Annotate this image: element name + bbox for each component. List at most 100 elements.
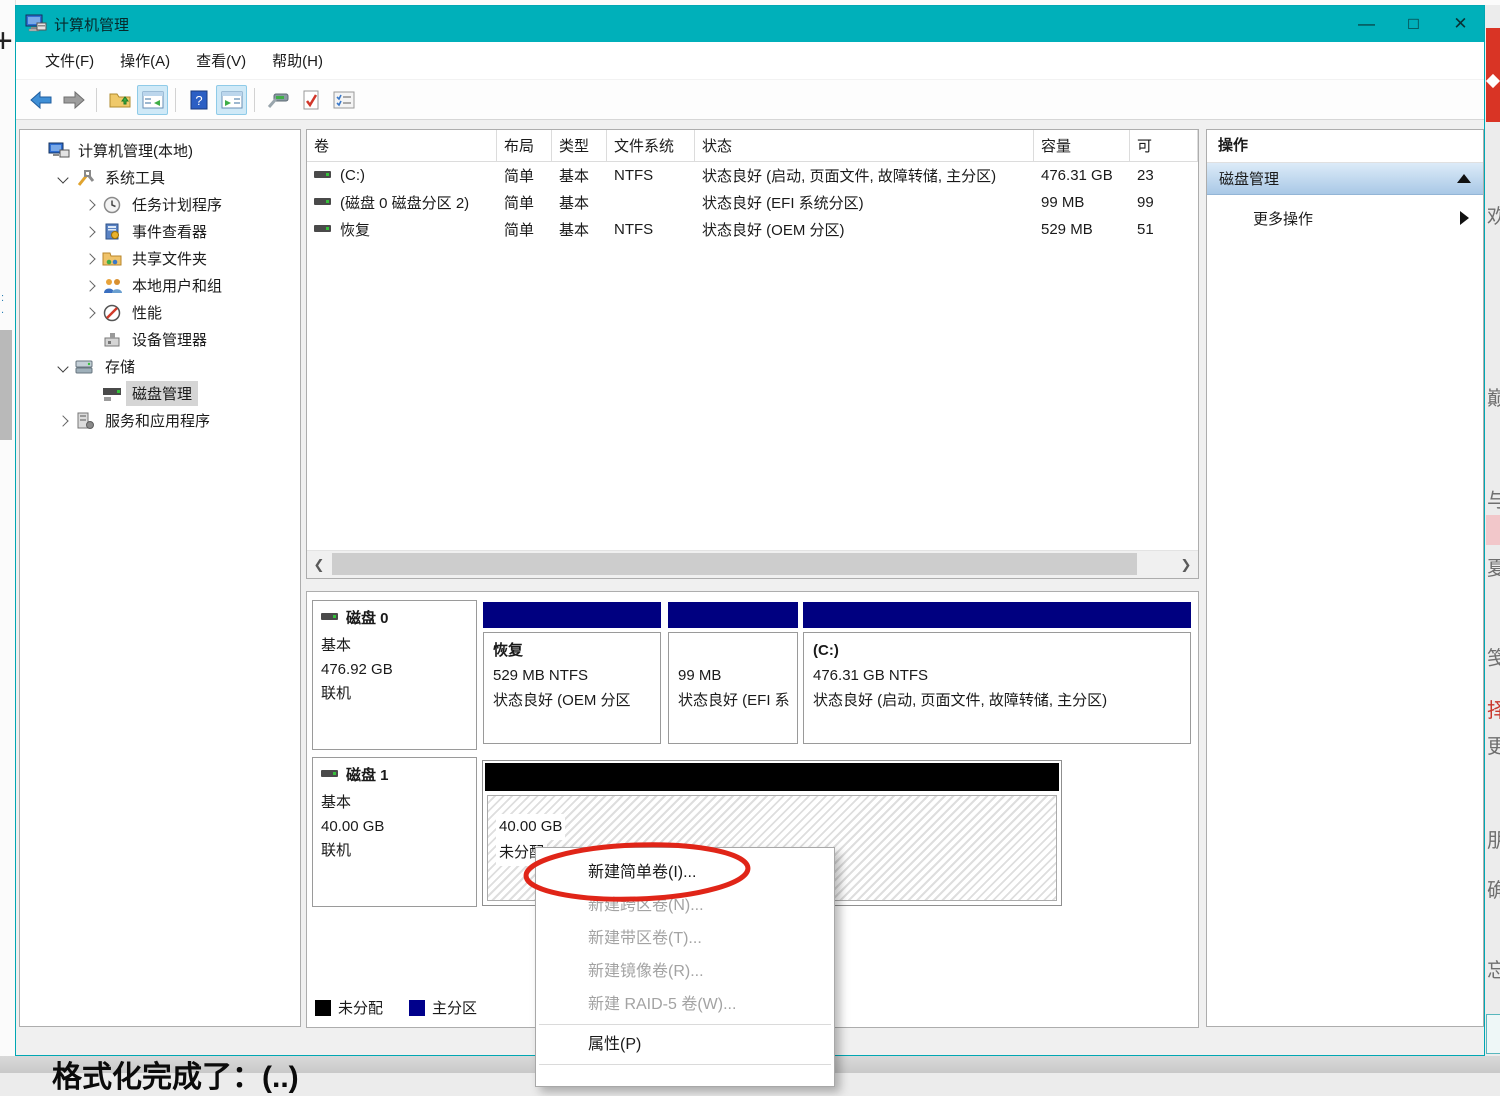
forward-icon[interactable]	[58, 85, 89, 115]
tree-item-事件查看器[interactable]: 事件查看器	[20, 218, 300, 245]
disk-icon	[321, 609, 341, 626]
partition-恢复[interactable]: 恢复529 MB NTFS状态良好 (OEM 分区	[483, 632, 661, 744]
partition-(C:)[interactable]: (C:)476.31 GB NTFS状态良好 (启动, 页面文件, 故障转储, …	[803, 632, 1191, 744]
horizontal-scrollbar[interactable]: ❮ ❯	[307, 550, 1198, 578]
expander-collapse-icon[interactable]	[51, 174, 75, 182]
tree-item-计算机管理(本地)[interactable]: 计算机管理(本地)	[20, 137, 300, 164]
tree-item-磁盘管理[interactable]: 磁盘管理	[20, 380, 300, 407]
checklist-icon[interactable]	[328, 85, 359, 115]
help-icon[interactable]: ?	[183, 85, 214, 115]
volume-name: (磁盘 0 磁盘分区 2)	[340, 192, 469, 213]
background-fragment: 朋	[1487, 824, 1500, 853]
tools-icon	[75, 169, 97, 187]
maximize-button[interactable]: □	[1390, 6, 1437, 42]
column-header-4[interactable]: 状态	[695, 130, 1034, 161]
chevron-right-icon	[84, 253, 95, 264]
svg-text:?: ?	[195, 93, 202, 108]
partition-title: (C:)	[813, 638, 1181, 663]
expander-expand-icon[interactable]	[78, 309, 102, 317]
expander-expand-icon[interactable]	[78, 255, 102, 263]
background-plus-glyph: +	[0, 22, 13, 61]
chevron-right-icon	[84, 226, 95, 237]
disk-icon	[321, 766, 341, 783]
volume-layout-cell: 简单	[497, 192, 552, 213]
tree-label: 本地用户和组	[126, 273, 228, 298]
toolbar-separator	[175, 88, 176, 112]
volume-row-恢复[interactable]: 恢复简单基本NTFS状态良好 (OEM 分区)529 MB51	[307, 216, 1198, 243]
tree-item-设备管理器[interactable]: 设备管理器	[20, 326, 300, 353]
partition-size: 529 MB NTFS	[493, 663, 651, 688]
background-left-dots: :.	[1, 292, 5, 316]
menu-file[interactable]: 文件(F)	[32, 44, 107, 77]
close-button[interactable]: ✕	[1437, 6, 1484, 42]
menu-item-新建带区卷(T)...[interactable]: 新建带区卷(T)...	[536, 922, 834, 955]
volume-type-cell: 基本	[552, 165, 607, 186]
more-actions-item[interactable]: 更多操作	[1207, 195, 1483, 241]
expander-expand-icon[interactable]	[78, 201, 102, 209]
volume-capacity-cell: 476.31 GB	[1034, 167, 1130, 184]
up-folder-icon[interactable]	[104, 85, 135, 115]
legend-swatch	[315, 1000, 331, 1016]
check-document-icon[interactable]	[295, 85, 326, 115]
menu-item-属性(P)[interactable]: 属性(P)	[536, 1028, 834, 1061]
background-pink-strip	[1486, 515, 1500, 545]
column-header-5[interactable]: 容量	[1034, 130, 1130, 161]
volume-row-(C:)[interactable]: (C:)简单基本NTFS状态良好 (启动, 页面文件, 故障转储, 主分区)47…	[307, 162, 1198, 189]
partition-99 MB[interactable]: 99 MB状态良好 (EFI 系	[668, 632, 798, 744]
scrollbar-thumb[interactable]	[332, 553, 1137, 575]
column-header-2[interactable]: 类型	[552, 130, 607, 161]
background-fragment: 与	[1487, 484, 1500, 513]
actions-header: 操作	[1207, 130, 1483, 163]
tree-item-服务和应用程序[interactable]: 服务和应用程序	[20, 407, 300, 434]
background-fragment: 更	[1487, 730, 1500, 759]
disk-label-磁盘 0[interactable]: 磁盘 0基本476.92 GB联机	[312, 600, 477, 750]
more-actions-label: 更多操作	[1253, 208, 1313, 229]
background-left	[0, 0, 16, 1056]
volume-status-cell: 状态良好 (启动, 页面文件, 故障转储, 主分区)	[695, 165, 1034, 186]
screen: { "window": { "title": "计算机管理", "control…	[0, 0, 1500, 1073]
volume-icon	[314, 221, 334, 238]
volume-name-cell: (磁盘 0 磁盘分区 2)	[307, 192, 497, 213]
disk-label-磁盘 1[interactable]: 磁盘 1基本40.00 GB联机	[312, 757, 477, 907]
column-header-0[interactable]: 卷	[307, 130, 497, 161]
menu-action[interactable]: 操作(A)	[107, 44, 183, 77]
volume-table-body: (C:)简单基本NTFS状态良好 (启动, 页面文件, 故障转储, 主分区)47…	[307, 162, 1198, 243]
actions-panel: 操作 磁盘管理 更多操作	[1206, 129, 1484, 1027]
partition-status: 状态良好 (OEM 分区	[493, 688, 651, 713]
volume-icon	[314, 194, 334, 211]
expander-expand-icon[interactable]	[78, 228, 102, 236]
tree-item-存储[interactable]: 存储	[20, 353, 300, 380]
menu-item-新建 RAID-5 卷(W)...[interactable]: 新建 RAID-5 卷(W)...	[536, 988, 834, 1021]
expander-expand-icon[interactable]	[51, 417, 75, 425]
menu-view[interactable]: 查看(V)	[183, 44, 259, 77]
actions-group-disk-management[interactable]: 磁盘管理	[1207, 163, 1483, 195]
tree-item-任务计划程序[interactable]: 任务计划程序	[20, 191, 300, 218]
chevron-right-icon	[84, 307, 95, 318]
menu-item-新建跨区卷(N)...[interactable]: 新建跨区卷(N)...	[536, 889, 834, 922]
disk-management-icon	[102, 385, 124, 403]
action-pane-icon[interactable]	[216, 85, 247, 115]
column-header-1[interactable]: 布局	[497, 130, 552, 161]
column-header-6[interactable]: 可	[1130, 130, 1198, 161]
tree-item-系统工具[interactable]: 系统工具	[20, 164, 300, 191]
scroll-left-arrow-icon[interactable]: ❮	[307, 551, 331, 578]
tree-item-本地用户和组[interactable]: 本地用户和组	[20, 272, 300, 299]
collapse-icon[interactable]	[1457, 174, 1471, 183]
console-tree-icon[interactable]	[137, 85, 168, 115]
menu-item-新建简单卷(I)...[interactable]: 新建简单卷(I)...	[536, 856, 834, 889]
menu-help[interactable]: 帮助(H)	[259, 44, 336, 77]
remote-icon[interactable]	[262, 85, 293, 115]
legend-label: 未分配	[338, 997, 383, 1018]
expander-collapse-icon[interactable]	[51, 363, 75, 371]
back-icon[interactable]	[25, 85, 56, 115]
titlebar[interactable]: 计算机管理 — □ ✕	[16, 6, 1484, 42]
volume-row-(磁盘 0 磁盘分区 2)[interactable]: (磁盘 0 磁盘分区 2)简单基本状态良好 (EFI 系统分区)99 MB99	[307, 189, 1198, 216]
menu-item-新建镜像卷(R)...[interactable]: 新建镜像卷(R)...	[536, 955, 834, 988]
tree-item-性能[interactable]: 性能	[20, 299, 300, 326]
tree-item-共享文件夹[interactable]: 共享文件夹	[20, 245, 300, 272]
scroll-right-arrow-icon[interactable]: ❯	[1174, 551, 1198, 578]
minimize-button[interactable]: —	[1343, 6, 1390, 42]
expander-expand-icon[interactable]	[78, 282, 102, 290]
partition-color-bar	[483, 602, 661, 628]
column-header-3[interactable]: 文件系统	[607, 130, 695, 161]
